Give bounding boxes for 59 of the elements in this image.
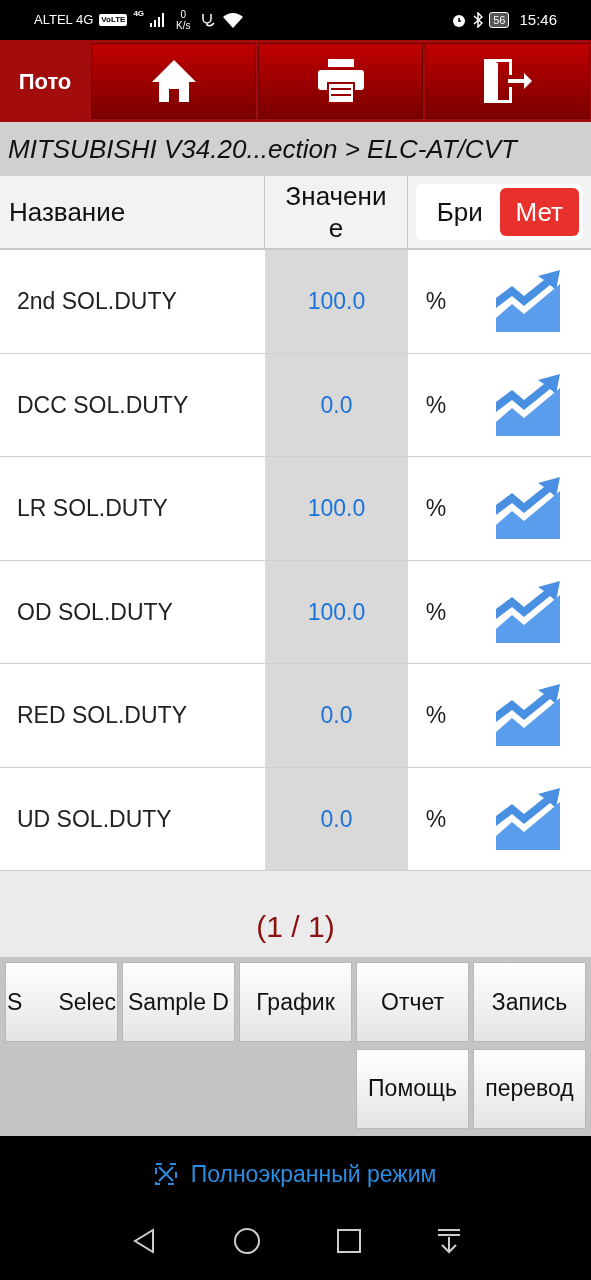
parameter-unit: % <box>425 287 447 316</box>
parameter-unit: % <box>425 804 447 834</box>
trend-chart-icon[interactable] <box>493 268 562 335</box>
recents-icon[interactable] <box>336 1229 361 1253</box>
trend-chart-icon[interactable] <box>493 578 562 645</box>
parameter-value: 100.0 <box>307 287 366 316</box>
toolbar-button[interactable] <box>258 43 423 119</box>
wifi-icon <box>222 12 243 28</box>
action-button[interactable]: перевод <box>473 1048 586 1129</box>
action-button[interactable]: Запись <box>473 962 586 1042</box>
trend-chart-icon[interactable] <box>493 682 562 749</box>
signal-icon <box>150 13 167 27</box>
trend-chart-icon[interactable] <box>493 475 562 542</box>
carrier-text: ALTEL 4G <box>34 11 94 30</box>
trend-chart-icon[interactable] <box>493 371 562 438</box>
toolbar-button[interactable] <box>425 43 590 119</box>
fullscreen-link[interactable]: Полноэкранный режим <box>190 1156 437 1192</box>
notification-pull-icon[interactable] <box>436 1228 461 1254</box>
parameter-value: 100.0 <box>307 597 366 627</box>
stethoscope-icon <box>200 13 217 27</box>
action-button[interactable]: Sample D <box>122 962 235 1042</box>
exit-icon <box>481 57 534 105</box>
home-nav-icon[interactable] <box>232 1227 261 1255</box>
network-type: 4G <box>133 8 145 20</box>
parameter-name: DCC SOL.DUTY <box>17 390 189 420</box>
toolbar-button[interactable] <box>91 43 256 119</box>
bluetooth-icon <box>473 12 484 28</box>
speed-unit: K/s <box>176 20 191 31</box>
parameter-unit: % <box>425 494 447 523</box>
unit-option[interactable]: Мет <box>499 188 579 236</box>
action-button[interactable]: График <box>239 962 352 1042</box>
action-button[interactable]: Отчет <box>356 962 469 1042</box>
clock-text: 15:46 <box>519 9 557 30</box>
parameter-unit: % <box>425 597 447 627</box>
parameter-value: 0.0 <box>320 804 353 834</box>
parameter-name: UD SOL.DUTY <box>17 804 172 834</box>
action-button[interactable]: S Selec <box>5 962 118 1042</box>
parameter-unit: % <box>425 390 447 420</box>
volte-badge: VoLTE <box>99 14 128 26</box>
column-header: Название <box>9 195 126 229</box>
column-header: Значение <box>284 180 388 244</box>
speed-value: 0 <box>180 9 187 20</box>
parameter-value: 100.0 <box>307 494 366 523</box>
parameter-name: LR SOL.DUTY <box>17 494 168 523</box>
trend-chart-icon[interactable] <box>493 785 562 852</box>
parameter-name: RED SOL.DUTY <box>17 701 187 730</box>
action-button[interactable]: Помощь <box>356 1048 469 1129</box>
breadcrumb-path: MITSUBISHI V34.20...ection > ELC-AT/CVT <box>8 132 517 166</box>
alarm-icon <box>451 12 468 28</box>
parameter-name: 2nd SOL.DUTY <box>17 287 177 316</box>
battery-indicator: 56 <box>489 12 510 28</box>
fullscreen-icon <box>154 1163 177 1185</box>
parameter-value: 0.0 <box>320 701 353 730</box>
parameter-unit: % <box>425 701 447 730</box>
screen-title: Пото <box>18 67 72 96</box>
page-indicator: (1 / 1) <box>256 909 335 945</box>
printer-icon <box>315 57 366 105</box>
parameter-name: OD SOL.DUTY <box>17 597 173 627</box>
parameter-value: 0.0 <box>320 390 353 420</box>
